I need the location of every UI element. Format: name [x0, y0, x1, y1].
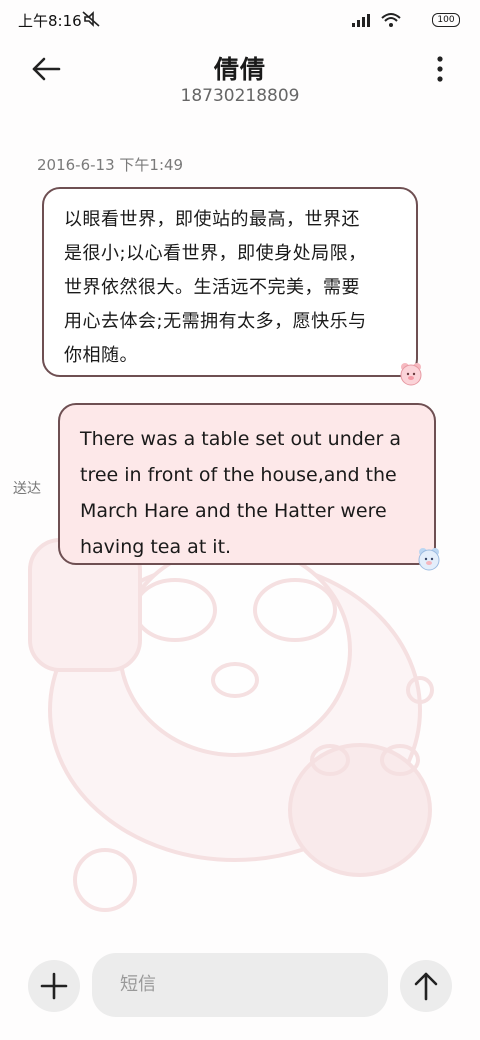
outgoing-message-bubble[interactable]: There was a table set out under a tree i… [58, 403, 436, 565]
more-button[interactable] [430, 52, 450, 86]
add-attachment-button[interactable] [28, 960, 80, 1012]
message-input[interactable]: 短信 [92, 953, 388, 1017]
incoming-message-bubble[interactable]: 以眼看世界，即使站的最高，世界还 是很小;以心看世界，即使身处局限， 世界依然很… [42, 187, 418, 377]
more-vertical-icon [437, 56, 443, 82]
pink-bear-sticker-icon [400, 363, 422, 386]
delivery-status: 送达 [13, 481, 41, 497]
signal-icon [352, 14, 370, 27]
message-line: 是很小;以心看世界，即使身处局限， [64, 243, 367, 264]
contact-number: 18730218809 [180, 86, 300, 106]
sms-conversation-screen: 上午8:16 100 倩倩 18730218809 2016-6-13 下午1:… [0, 0, 480, 1040]
blue-bear-sticker-icon [418, 548, 440, 571]
status-time: 上午8:16 [18, 12, 82, 30]
battery-icon: 100 [432, 13, 460, 27]
message-line: having tea at it. [80, 536, 232, 558]
arrow-up-icon [414, 972, 438, 1001]
message-line: 用心去体会;无需拥有太多，愿快乐与 [64, 311, 367, 332]
mute-icon [82, 11, 100, 27]
status-bar: 上午8:16 100 [0, 0, 480, 40]
message-line: There was a table set out under a [80, 428, 401, 450]
message-line: 以眼看世界，即使站的最高，世界还 [64, 209, 360, 230]
message-line: 世界依然很大。生活远不完美，需要 [64, 277, 360, 298]
message-line: 你相随。 [64, 345, 138, 366]
message-line: tree in front of the house,and the [80, 464, 397, 486]
status-icons: 100 [330, 10, 460, 30]
plus-icon [40, 972, 68, 1000]
contact-name: 倩倩 [213, 55, 266, 84]
send-button[interactable] [400, 960, 452, 1012]
message-timestamp: 2016-6-13 下午1:49 [37, 156, 184, 174]
message-line: March Hare and the Hatter were [80, 500, 387, 522]
wifi-icon [381, 13, 401, 27]
